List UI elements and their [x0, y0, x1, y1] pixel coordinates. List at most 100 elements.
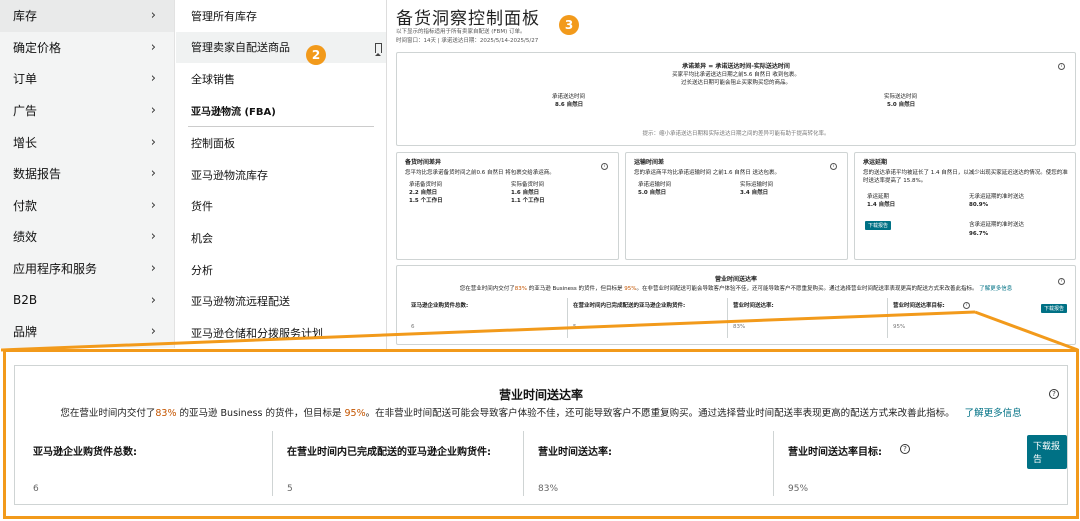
- desc-text: 的亚马逊 Business 的货件，但目标是: [176, 408, 345, 419]
- metric-total-shipments: 亚马逊企业购货件总数: 6: [19, 431, 271, 496]
- desc-pct-actual: 83%: [155, 408, 177, 419]
- info-icon[interactable]: i: [1058, 63, 1065, 70]
- card-title: 备货时间差异: [405, 159, 442, 166]
- nav-item-orders[interactable]: 订单 ›: [0, 63, 174, 95]
- metric-value: 5: [287, 484, 293, 494]
- metric-value: 96.7%: [969, 231, 989, 237]
- metric-label: 承诺备货时间: [409, 182, 443, 188]
- metric-value: 83%: [538, 484, 559, 494]
- handling-time-card: 备货时间差异 您平均比您承诺备货时间之前0.6 自然日 将包裹交给承运商。 承诺…: [396, 152, 619, 260]
- chevron-right-icon: ›: [150, 166, 156, 182]
- card-desc: 买家平均比承诺送达日期之前5.6 自然日 收到包裹。: [672, 72, 800, 78]
- metric-value: 83%: [733, 324, 746, 330]
- metric-value: 8.6 自然日: [555, 102, 584, 108]
- metric-label: 承运延期: [867, 194, 890, 200]
- annotation-badge-3: 3: [559, 15, 579, 35]
- metric-label: 营业时间送达率:: [538, 447, 612, 458]
- nav-item-payments[interactable]: 付款 ›: [0, 190, 174, 222]
- metric-value: 95%: [788, 484, 809, 494]
- column-divider: [887, 298, 888, 338]
- submenu-opportunities[interactable]: 机会: [176, 222, 386, 254]
- submenu-manage-fbm-products[interactable]: 管理卖家自配送商品: [176, 31, 386, 64]
- download-report-button[interactable]: 下载报告: [865, 221, 892, 230]
- learn-more-link[interactable]: 了解更多信息: [965, 408, 1022, 419]
- chevron-right-icon: ›: [150, 103, 156, 119]
- card-title: 承运延期: [863, 159, 888, 166]
- info-icon[interactable]: i: [601, 163, 608, 170]
- submenu-fba-inventory[interactable]: 亚马逊物流库存: [176, 159, 386, 191]
- submenu-awd[interactable]: 亚马逊仓储和分拨服务计划: [176, 317, 386, 349]
- submenu-manage-all-inventory[interactable]: 管理所有库存: [176, 0, 386, 32]
- card-desc: 您的承运商平均比承诺运输时间 之前1.6 自然日 送达包裹。: [634, 170, 780, 176]
- submenu-section-fba: 亚马逊物流 (FBA): [176, 95, 386, 127]
- chevron-right-icon: ›: [150, 71, 156, 87]
- card-title: 运输时间差: [634, 159, 665, 166]
- nav-item-reports[interactable]: 数据报告 ›: [0, 158, 174, 190]
- metric-label: 在营业时间内已完成配送的亚马逊企业购货件:: [573, 303, 686, 309]
- submenu-label: 分析: [191, 263, 213, 277]
- desc-pct-target: 95%: [344, 408, 366, 419]
- help-icon[interactable]: ?: [900, 444, 910, 454]
- transit-time-card: 运输时间差 您的承运商平均比承诺运输时间 之前1.6 自然日 送达包裹。 承诺运…: [625, 152, 848, 260]
- chevron-right-icon: ›: [150, 134, 156, 150]
- card-title: 营业时间送达率: [714, 276, 757, 283]
- nav-item-label: 数据报告: [13, 167, 62, 182]
- nav-item-label: 增长: [13, 135, 38, 150]
- submenu-shipments[interactable]: 货件: [176, 191, 386, 223]
- desc-text: 的亚马逊 Business 的货件，但目标是: [526, 286, 625, 292]
- submenu-label: 亚马逊物流远程配送: [191, 295, 290, 309]
- metric-delivery-rate: 营业时间送达率: 83%: [523, 431, 773, 496]
- nav-item-growth[interactable]: 增长 ›: [0, 126, 174, 158]
- desc-pct-actual: 83%: [514, 286, 527, 292]
- download-report-button[interactable]: 下载报告: [1027, 435, 1067, 469]
- metric-label: 亚马逊企业购货件总数:: [33, 447, 137, 458]
- nav-item-inventory[interactable]: 库存 ›: [0, 0, 174, 32]
- metric-value: 1.5 个工作日: [409, 198, 443, 204]
- metric-label: 承诺送达时间: [552, 94, 586, 100]
- help-icon[interactable]: ?: [1049, 389, 1059, 399]
- submenu-label: 全球销售: [191, 72, 235, 86]
- nav-item-performance[interactable]: 绩效 ›: [0, 221, 174, 253]
- metric-value: 3.4 自然日: [740, 190, 769, 196]
- help-icon[interactable]: ?: [963, 302, 970, 309]
- nav-item-pricing[interactable]: 确定价格 ›: [0, 32, 174, 64]
- nav-item-b2b[interactable]: B2B ›: [0, 284, 174, 316]
- nav-item-label: 应用程序和服务: [13, 262, 98, 277]
- submenu-analytics[interactable]: 分析: [176, 254, 386, 286]
- card-desc: 过长送达日期可能会阻止买家购买您的商品。: [680, 80, 791, 86]
- metric-label: 实际运输时间: [740, 182, 774, 188]
- submenu-section-label: 亚马逊物流 (FBA): [191, 107, 276, 119]
- page-title: 备货洞察控制面板: [396, 9, 540, 29]
- learn-more-link[interactable]: 了解更多信息: [979, 286, 1012, 292]
- metric-value: 6: [33, 484, 39, 494]
- dashboard-meta: 以下显示的指标适用于所有卖家自配送 (FBM) 订单。 时间窗口：14天 | 承…: [396, 28, 538, 46]
- nav-item-label: 确定价格: [13, 40, 62, 55]
- bookmark-icon[interactable]: [375, 42, 382, 56]
- metric-delivered-in-hours: 在营业时间内已完成配送的亚马逊企业购货件: 5: [272, 431, 522, 496]
- inventory-submenu: 管理所有库存 管理卖家自配送商品 全球销售 亚马逊物流 (FBA) 控制面板 亚…: [176, 0, 387, 352]
- column-divider: [727, 298, 728, 338]
- dashboard-time-window: 时间窗口：14天 | 承诺送达日期：2025/5/14-2025/5/27: [396, 38, 539, 44]
- metric-label: 亚马逊企业购货件总数:: [411, 303, 469, 309]
- nav-item-label: 订单: [13, 72, 38, 87]
- desc-text: 。在非营业时间配送可能会导致客户体验不佳，还可能导致客户不愿重复购买。通过选择营…: [365, 408, 955, 419]
- nav-item-advertising[interactable]: 广告 ›: [0, 95, 174, 127]
- desc-text: 您在营业时间内交付了: [459, 286, 515, 292]
- card-tip: 提示：缩小承诺送达日期和实际送达日期之间的差异可能有助于提高转化率。: [642, 131, 830, 137]
- info-icon[interactable]: i: [830, 163, 837, 170]
- metric-value: 5: [573, 324, 577, 330]
- left-nav: 库存 › 确定价格 › 订单 › 广告 › 增长 › 数据报告 › 付款 › 绩效 › 应用程序…: [0, 0, 175, 348]
- metric-value: 5.0 自然日: [638, 190, 667, 196]
- submenu-dashboard[interactable]: 控制面板: [176, 127, 386, 159]
- nav-item-brand[interactable]: 品牌 ›: [0, 316, 174, 348]
- nav-item-apps[interactable]: 应用程序和服务 ›: [0, 253, 174, 285]
- submenu-fba-remote[interactable]: 亚马逊物流远程配送: [176, 285, 386, 317]
- submenu-global-selling[interactable]: 全球销售: [176, 63, 386, 95]
- download-report-button[interactable]: 下载报告: [1041, 304, 1068, 313]
- nav-item-label: B2B: [13, 293, 38, 308]
- card-title: 营业时间送达率: [498, 388, 583, 402]
- chevron-right-icon: ›: [150, 229, 156, 245]
- help-icon[interactable]: ?: [1058, 278, 1065, 285]
- business-hours-card-small: 营业时间送达率 您在营业时间内交付了83% 的亚马逊 Business 的货件，…: [396, 265, 1076, 345]
- metric-value: 1.1 个工作日: [511, 198, 545, 204]
